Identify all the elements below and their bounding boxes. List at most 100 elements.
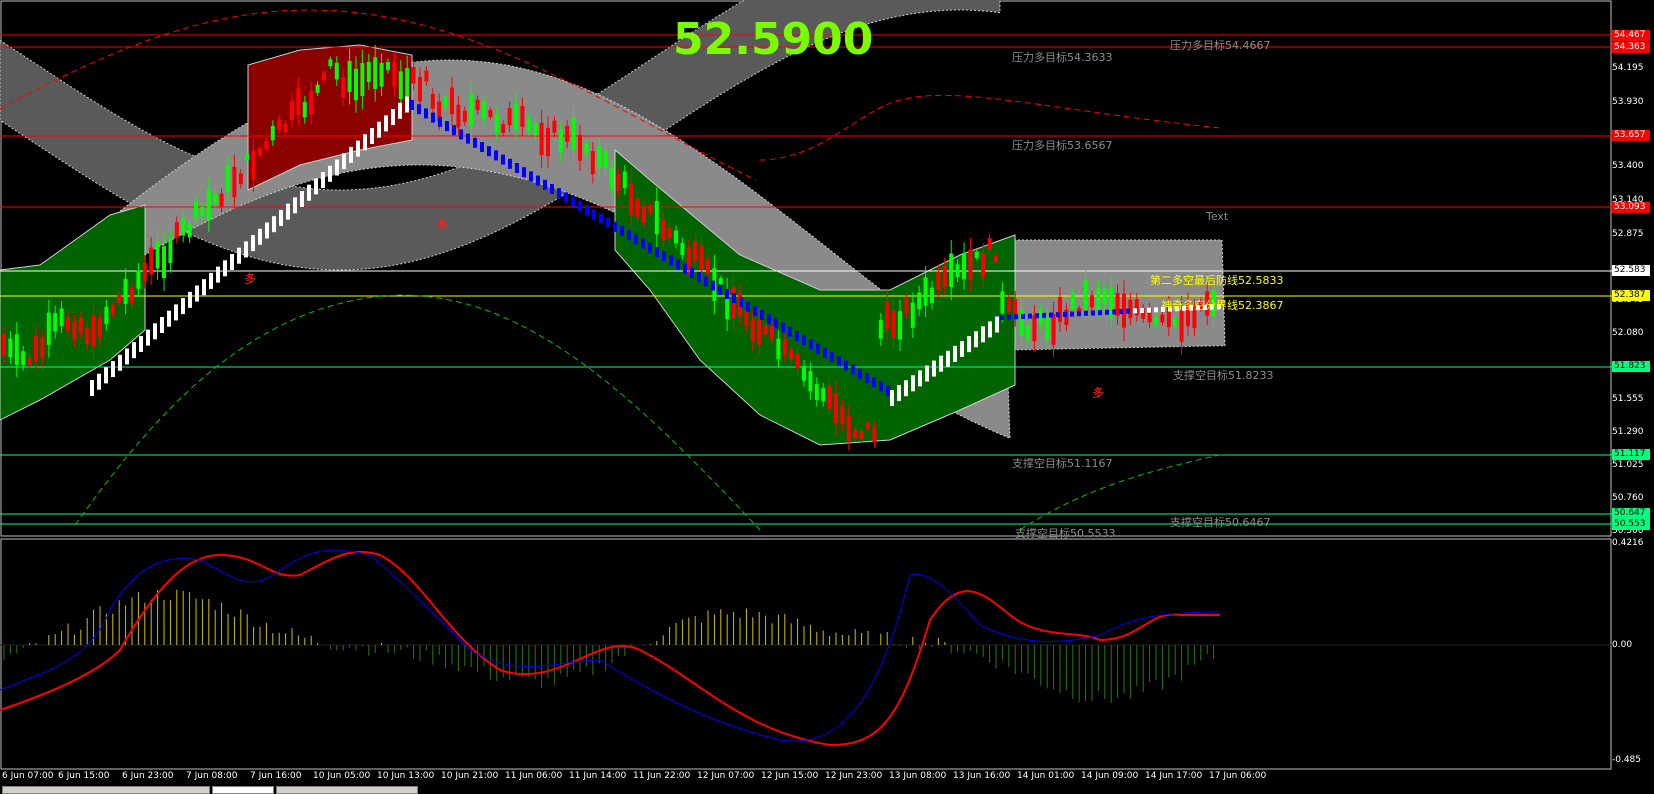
time-axis-tick: 10 Jun 21:00 xyxy=(441,771,499,781)
chart-tab[interactable] xyxy=(276,786,418,794)
trend-step xyxy=(634,234,638,245)
candle-body xyxy=(450,87,454,115)
price-axis-tick: 53.930 xyxy=(1612,97,1644,107)
label-support-4: 支撑空目标50.5533 xyxy=(1015,527,1116,540)
time-axis-tick: 13 Jun 08:00 xyxy=(889,771,947,781)
trend-step xyxy=(466,133,470,144)
label-resistance-3: 压力多目标53.6567 xyxy=(1012,139,1113,152)
candle-body xyxy=(987,238,992,250)
time-axis-tick: 6 Jun 23:00 xyxy=(122,771,174,781)
trend-step xyxy=(718,284,722,295)
chart-tab[interactable] xyxy=(2,786,210,794)
trend-step xyxy=(897,385,901,402)
trend-step xyxy=(655,247,659,257)
trend-step xyxy=(216,266,220,283)
trend-step xyxy=(571,196,575,207)
time-axis-tick: 14 Jun 01:00 xyxy=(1017,771,1075,781)
candle-body xyxy=(264,141,269,149)
macd-signal-line xyxy=(0,550,1220,747)
trend-step xyxy=(886,385,890,396)
trend-step xyxy=(543,179,547,190)
time-axis-tick: 10 Jun 13:00 xyxy=(377,771,435,781)
candle-body xyxy=(648,205,653,213)
candle-body xyxy=(942,266,947,287)
time-axis-tick: 7 Jun 08:00 xyxy=(186,771,238,781)
trend-step xyxy=(1091,310,1095,316)
candle-body xyxy=(405,68,410,99)
trend-step xyxy=(557,188,561,199)
price-axis-tick: 51.290 xyxy=(1612,427,1644,437)
candle-body xyxy=(123,278,128,304)
trend-step xyxy=(627,230,631,241)
price-tag-resistance: 54.467 xyxy=(1612,30,1650,41)
candle-body xyxy=(258,148,262,156)
trend-step xyxy=(1154,307,1158,313)
candle-body xyxy=(181,218,186,236)
price-chart-canvas[interactable] xyxy=(0,0,1654,792)
trend-step xyxy=(823,347,827,358)
time-axis-tick: 6 Jun 07:00 xyxy=(2,771,54,781)
candle-body xyxy=(456,104,461,128)
trend-step xyxy=(1147,307,1151,313)
chart-tab-active[interactable] xyxy=(212,786,274,794)
candle-body xyxy=(14,334,19,365)
candle-body xyxy=(853,429,858,438)
candle-body xyxy=(482,101,486,119)
candle-body xyxy=(885,301,890,330)
trend-step xyxy=(417,104,421,115)
candle-body xyxy=(366,61,371,82)
trend-step xyxy=(508,158,512,169)
trend-step xyxy=(683,263,687,274)
candle-body xyxy=(130,287,134,304)
trend-step xyxy=(258,228,262,245)
candle-body xyxy=(200,207,205,216)
candle-body xyxy=(302,102,307,118)
candle-body xyxy=(110,304,115,315)
trend-step xyxy=(104,367,108,384)
price-tag-support: 51.117 xyxy=(1612,449,1650,460)
trend-step xyxy=(384,115,388,132)
trend-step xyxy=(223,260,227,277)
trend-step xyxy=(960,341,964,357)
candle-body xyxy=(1179,309,1184,342)
candle-body xyxy=(834,392,838,424)
candle-body xyxy=(962,252,966,280)
trend-step xyxy=(851,364,855,375)
candle-body xyxy=(226,165,230,192)
trend-step xyxy=(662,251,666,262)
trend-step xyxy=(97,373,101,390)
chart-window[interactable]: 52.5900 压力多目标54.4667 压力多目标54.3633 压力多目标5… xyxy=(0,0,1654,794)
candle-body xyxy=(194,201,198,218)
text-object-label[interactable]: Text xyxy=(1206,210,1228,223)
label-resistance-1: 压力多目标54.4667 xyxy=(1170,39,1271,52)
candle-body xyxy=(814,384,819,401)
trend-step xyxy=(1105,309,1109,315)
candle-body xyxy=(603,150,608,168)
candle-body xyxy=(1070,294,1075,309)
label-second-defense: 第二多空最后防线52.5833 xyxy=(1150,274,1284,287)
candle-body xyxy=(21,351,26,366)
trend-step xyxy=(967,336,971,353)
trend-step xyxy=(230,254,234,270)
candle-body xyxy=(315,84,320,93)
candle-body xyxy=(40,337,45,358)
candle-body xyxy=(936,271,941,291)
candle-body xyxy=(1102,289,1107,304)
indicator-panel-border xyxy=(0,538,1612,770)
candle-body xyxy=(520,105,525,127)
osc-axis-tick: 0.4216 xyxy=(1612,538,1644,548)
trend-step xyxy=(536,175,540,186)
candle-body xyxy=(98,318,102,338)
candle-body xyxy=(174,222,179,238)
time-axis-tick: 12 Jun 23:00 xyxy=(825,771,883,781)
trend-step xyxy=(802,335,806,346)
candle-body xyxy=(674,230,678,244)
candle-body xyxy=(392,62,397,87)
trend-step xyxy=(132,342,136,359)
price-axis-tick: 51.025 xyxy=(1612,460,1644,470)
trend-step xyxy=(146,329,150,346)
trend-step xyxy=(753,305,757,316)
trend-step xyxy=(809,339,813,350)
candle-body xyxy=(430,93,435,109)
candle-body xyxy=(763,325,768,335)
